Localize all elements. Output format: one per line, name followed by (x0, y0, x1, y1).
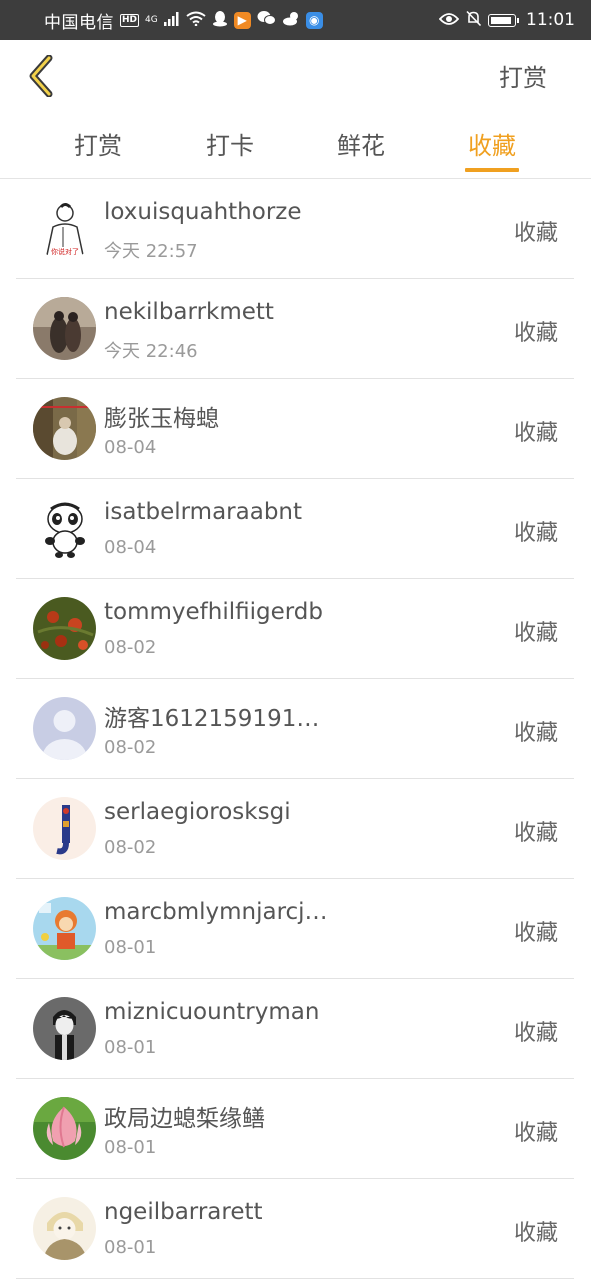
battery-icon (488, 13, 519, 27)
top-app-bar: 打赏 (0, 40, 591, 112)
user-name: ngeilbarrarett (104, 1199, 263, 1225)
carrier-label: 中国电信 (44, 12, 114, 33)
user-name: nekilbarrkmett (104, 299, 274, 325)
tab-bar: 打赏 打卡 鲜花 收藏 (0, 112, 591, 179)
reward-action-button[interactable]: 打赏 (499, 58, 547, 93)
tab-reward[interactable]: 打赏 (48, 126, 148, 161)
favorite-label: 收藏 (513, 821, 558, 846)
list-item[interactable]: serlaegiorosksgi 08-02 收藏 (16, 779, 574, 879)
wifi-icon (186, 11, 206, 30)
item-time: 08-04 (104, 537, 157, 558)
active-tab-indicator (465, 168, 519, 172)
svg-text:你说对了: 你说对了 (51, 247, 79, 256)
favorite-label: 收藏 (513, 221, 558, 246)
avatar (33, 697, 96, 760)
user-name: miznicuountryman (104, 999, 320, 1025)
favorite-label: 收藏 (513, 921, 558, 946)
user-name: 政局边螅椞缘鳝 (104, 1106, 265, 1132)
bell-off-icon (465, 10, 482, 31)
item-time: 08-02 (104, 737, 157, 758)
list-item[interactable]: tommyefhilfiigerdb 08-02 收藏 (16, 579, 574, 679)
favorite-label: 收藏 (513, 321, 558, 346)
chevron-left-icon (29, 55, 53, 97)
item-time: 08-02 (104, 837, 157, 858)
browser-app-icon: ◉ (305, 11, 323, 29)
favorite-label: 收藏 (513, 621, 558, 646)
item-time: 08-02 (104, 637, 157, 658)
list-item[interactable]: ngeilbarrarett 08-01 收藏 (16, 1179, 574, 1279)
list-item[interactable]: 政局边螅椞缘鳝 08-01 收藏 (16, 1079, 574, 1179)
weather-icon (282, 11, 300, 30)
item-time: 08-01 (104, 1137, 157, 1158)
favorite-label: 收藏 (513, 721, 558, 746)
tab-flowers[interactable]: 鲜花 (311, 126, 411, 161)
item-time: 08-04 (104, 437, 157, 458)
avatar (33, 397, 96, 460)
tab-checkin[interactable]: 打卡 (180, 126, 280, 161)
status-bar-right: 11:01 (438, 10, 575, 31)
user-name: tommyefhilfiigerdb (104, 599, 323, 625)
avatar (33, 1097, 96, 1160)
status-bar: 中国电信 HD 4G ▶ ◉ 11:01 (0, 0, 591, 40)
list-item[interactable]: miznicuountryman 08-01 收藏 (16, 979, 574, 1079)
qq-icon (212, 10, 228, 31)
avatar (33, 797, 96, 860)
list-item[interactable]: nekilbarrkmett 今天 22:46 收藏 (16, 279, 574, 379)
avatar (33, 497, 96, 560)
eye-icon (438, 11, 460, 30)
user-name: isatbelrmaraabnt (104, 499, 303, 525)
list-item[interactable]: 你说对了 loxuisquahthorze 今天 22:57 收藏 (16, 179, 574, 279)
network-type-label: 4G (145, 14, 158, 25)
list-item[interactable]: isatbelrmaraabnt 08-04 收藏 (16, 479, 574, 579)
list-item[interactable]: marcbmlymnjarcj… 08-01 收藏 (16, 879, 574, 979)
back-button[interactable] (20, 54, 60, 98)
user-name: 膨张玉梅螅 (104, 406, 219, 432)
clock-label: 11:01 (526, 10, 575, 30)
avatar (33, 897, 96, 960)
status-bar-left: 中国电信 HD 4G ▶ ◉ (44, 8, 323, 33)
battery-level-fill (491, 16, 511, 24)
avatar (33, 997, 96, 1060)
video-app-icon: ▶ (233, 11, 251, 29)
favorite-label: 收藏 (513, 421, 558, 446)
hd-badge: HD (120, 13, 140, 27)
item-time: 08-01 (104, 1037, 157, 1058)
signal-icon (163, 11, 180, 30)
user-name: loxuisquahthorze (104, 199, 302, 225)
favorite-label: 收藏 (513, 1121, 558, 1146)
user-name: marcbmlymnjarcj… (104, 899, 328, 925)
list-item[interactable]: 膨张玉梅螅 08-04 收藏 (16, 379, 574, 479)
avatar (33, 597, 96, 660)
user-name: serlaegiorosksgi (104, 799, 291, 825)
favorite-label: 收藏 (513, 1021, 558, 1046)
wechat-icon (257, 10, 276, 30)
item-time: 今天 22:57 (104, 241, 198, 262)
avatar (33, 1197, 96, 1260)
avatar: 你说对了 (33, 197, 96, 260)
favorite-label: 收藏 (513, 521, 558, 546)
avatar (33, 297, 96, 360)
favorites-list: 你说对了 loxuisquahthorze 今天 22:57 收藏 nekilb… (16, 179, 574, 1279)
list-item[interactable]: 游客1612159191… 08-02 收藏 (16, 679, 574, 779)
user-name: 游客1612159191… (104, 706, 320, 732)
favorite-label: 收藏 (513, 1221, 558, 1246)
item-time: 今天 22:46 (104, 341, 198, 362)
item-time: 08-01 (104, 937, 157, 958)
tab-favorites[interactable]: 收藏 (442, 126, 542, 161)
item-time: 08-01 (104, 1237, 157, 1258)
